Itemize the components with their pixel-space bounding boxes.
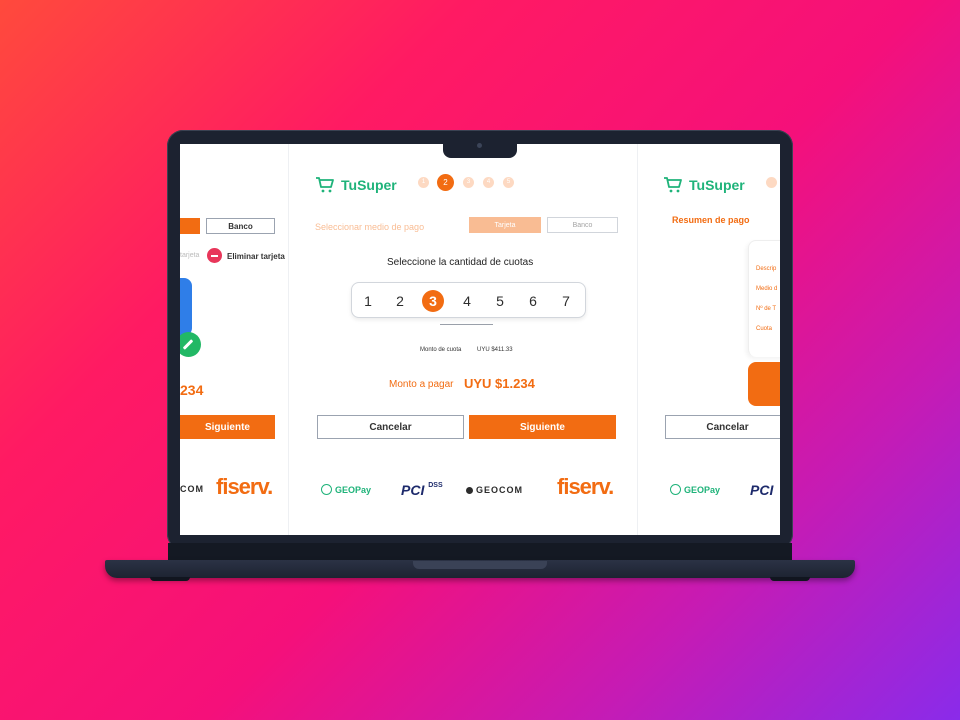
- laptop-foot-left: [150, 577, 190, 581]
- brand-name: TuSuper: [341, 177, 397, 193]
- summary-item-card-number: Nº de T: [756, 306, 777, 312]
- lock-icon: [670, 484, 681, 495]
- tab-bank[interactable]: Banco: [206, 218, 275, 234]
- step-5: 5: [503, 177, 514, 188]
- geopay-logo-right: GEOPay: [670, 484, 720, 495]
- quota-option-5[interactable]: 5: [489, 290, 511, 312]
- step-3: 3: [463, 177, 474, 188]
- quota-heading: Seleccione la cantidad de cuotas: [387, 257, 534, 268]
- right-panel: TuSuper Resumen de pago Descrip Medio d …: [638, 144, 780, 535]
- quota-selector: 1 2 3 4 5 6 7: [351, 282, 586, 318]
- quota-underline: [440, 324, 493, 325]
- summary-card: Descrip Medio d Nº de T Cuota: [748, 240, 780, 357]
- section-title: Seleccionar medio de pago: [315, 222, 425, 232]
- quota-option-4[interactable]: 4: [456, 290, 478, 312]
- step-4: 4: [483, 177, 494, 188]
- main-panel: TuSuper 1 2 3 4 5 Seleccionar medio de p…: [289, 144, 637, 535]
- camera-icon: [477, 143, 482, 148]
- next-button-left[interactable]: Siguiente: [180, 415, 275, 439]
- step-1: 1: [418, 177, 429, 188]
- cart-icon: [664, 177, 682, 193]
- summary-total-card: [748, 362, 780, 406]
- edit-icon[interactable]: [180, 332, 201, 357]
- summary-title: Resumen de pago: [672, 215, 750, 225]
- laptop-mockup: Banco tarjeta Eliminar tarjeta 234 Sigui…: [0, 0, 960, 720]
- left-panel: Banco tarjeta Eliminar tarjeta 234 Sigui…: [180, 144, 288, 535]
- delete-card-label[interactable]: Eliminar tarjeta: [227, 252, 285, 261]
- brand-logo-right: TuSuper: [663, 177, 745, 193]
- pci-dss-logo: PCI DSS: [401, 482, 443, 498]
- pci-logo-right: PCI: [750, 482, 774, 498]
- laptop-foot-right: [770, 577, 810, 581]
- lock-icon: [321, 484, 332, 495]
- delete-card-icon[interactable]: [207, 248, 222, 263]
- quota-option-7[interactable]: 7: [555, 290, 577, 312]
- amount-partial: 234: [180, 382, 204, 398]
- total-label: Monto a pagar: [389, 379, 454, 390]
- installment-label: Monto de cuota: [420, 347, 462, 353]
- geocom-logo: GEOCOM: [466, 485, 523, 495]
- geocom-icon: [466, 486, 473, 494]
- card-label: tarjeta: [180, 252, 200, 259]
- summary-item-quotas: Cuota: [756, 326, 773, 332]
- cancel-button-right[interactable]: Cancelar: [665, 415, 780, 439]
- laptop-hinge: [168, 543, 792, 561]
- tab-card-partial[interactable]: [180, 218, 200, 234]
- tab-card[interactable]: Tarjeta: [469, 217, 541, 233]
- brand-logo: TuSuper: [315, 177, 397, 193]
- card-visual: [180, 278, 192, 336]
- step-2-active: 2: [437, 174, 454, 191]
- geopay-logo: GEOPay: [321, 484, 371, 495]
- next-button[interactable]: Siguiente: [469, 415, 616, 439]
- quota-option-6[interactable]: 6: [522, 290, 544, 312]
- laptop-base-notch: [413, 561, 547, 569]
- quota-option-3-selected[interactable]: 3: [422, 290, 444, 312]
- tab-bank-main[interactable]: Banco: [547, 217, 618, 233]
- total-value: UYU $1.234: [464, 376, 535, 391]
- fiserv-logo-main: fiserv.: [557, 474, 614, 499]
- geocom-logo-partial: COM: [180, 484, 204, 494]
- quota-option-1[interactable]: 1: [357, 290, 379, 312]
- quota-option-2[interactable]: 2: [389, 290, 411, 312]
- summary-item-description: Descrip: [756, 266, 777, 272]
- cancel-button[interactable]: Cancelar: [317, 415, 464, 439]
- fiserv-logo: fiserv.: [216, 474, 273, 499]
- step-1-right: [766, 177, 777, 188]
- screen: Banco tarjeta Eliminar tarjeta 234 Sigui…: [180, 144, 780, 535]
- installment-value: UYU $411.33: [477, 347, 513, 353]
- summary-item-method: Medio d: [756, 286, 778, 292]
- cart-icon: [316, 177, 334, 193]
